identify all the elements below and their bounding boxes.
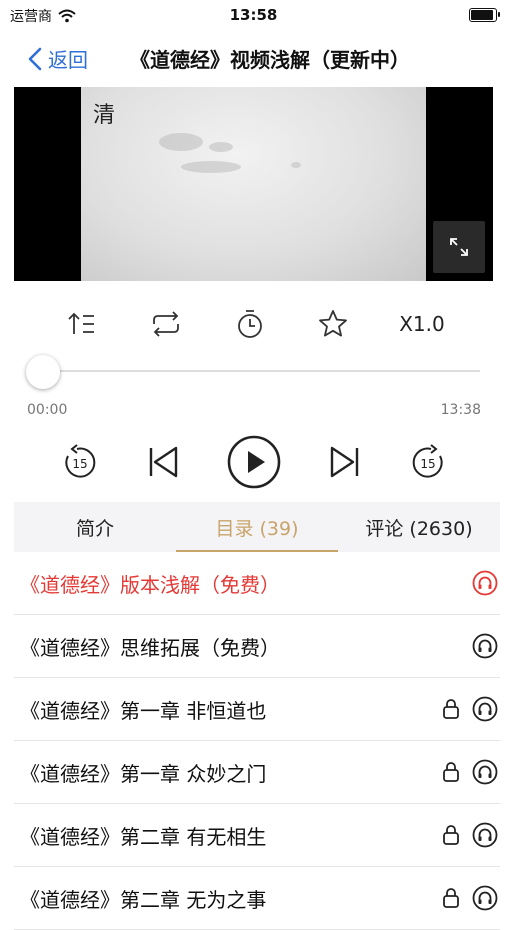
tab-comments[interactable]: 评论 (2630) [338, 502, 500, 552]
video-frame: 清 [81, 87, 426, 281]
headphones-icon [472, 885, 498, 911]
headphones-icon [472, 696, 498, 722]
list-item[interactable]: 《道德经》第二章 有无相生 [14, 804, 500, 867]
lock-icon [443, 699, 459, 719]
timer-icon [238, 310, 262, 338]
total-duration: 13:38 [440, 402, 481, 418]
back-label: 返回 [48, 48, 88, 72]
page-title: 《道德经》视频浅解（更新中） [130, 48, 410, 72]
rewind-15-label: 15 [72, 457, 87, 471]
episode-title: 《道德经》第一章 众妙之门 [20, 761, 267, 786]
repeat-icon [153, 311, 179, 337]
clock: 13:58 [229, 6, 278, 24]
previous-icon [149, 446, 178, 478]
video-player[interactable]: 清 [14, 87, 493, 281]
timer-button[interactable] [228, 305, 272, 343]
progress-knob[interactable] [26, 355, 60, 389]
rewind-15-icon: 15 [65, 444, 96, 478]
nav-bar: 返回 《道德经》视频浅解（更新中） [0, 38, 507, 78]
battery-icon [469, 8, 500, 22]
lock-icon [443, 825, 459, 845]
list-item[interactable]: 《道德经》思维拓展（免费） [14, 615, 500, 678]
rewind-15-button[interactable]: 15 [56, 432, 104, 492]
fullscreen-button[interactable] [433, 221, 485, 273]
forward-15-icon: 15 [412, 444, 443, 478]
episode-title: 《道德经》第二章 有无相生 [20, 824, 267, 849]
playback-controls: 15 15 [0, 432, 507, 492]
list-item[interactable]: 《道德经》第一章 众妙之门 [14, 741, 500, 804]
episode-title: 《道德经》第一章 非恒道也 [20, 698, 267, 723]
play-button[interactable] [224, 432, 284, 492]
lock-icon [443, 888, 459, 908]
next-icon [330, 446, 359, 478]
episode-title: 《道德经》版本浅解（免费） [20, 572, 280, 597]
previous-track-button[interactable] [138, 432, 186, 492]
logo-seal: 清 [93, 103, 116, 128]
forward-15-button[interactable]: 15 [404, 432, 452, 492]
headphones-icon [472, 822, 498, 848]
chevron-left-icon [28, 47, 42, 70]
tab-catalog[interactable]: 目录 (39) [176, 502, 338, 552]
list-item[interactable]: 《道德经》第二章 无为之事 [14, 867, 500, 930]
sort-button[interactable] [60, 305, 104, 343]
episode-title: 《道德经》第二章 无为之事 [20, 887, 267, 912]
ink-landscape-image [159, 133, 301, 173]
status-bar: 运营商 13:58 [0, 0, 507, 30]
playback-speed-button[interactable]: X1.0 [392, 305, 452, 343]
episode-title: 《道德经》思维拓展（免费） [20, 635, 280, 660]
sort-list-icon [68, 312, 94, 334]
list-item[interactable]: 《道德经》第一章 非恒道也 [14, 678, 500, 741]
forward-15-label: 15 [420, 457, 435, 471]
lock-icon [443, 762, 459, 782]
headphones-icon [472, 570, 498, 596]
tab-bar: 简介 目录 (39) 评论 (2630) [14, 502, 500, 552]
progress-track[interactable] [44, 370, 480, 372]
headphones-icon [472, 633, 498, 659]
episode-list: 《道德经》版本浅解（免费） 《道德经》思维拓展（免费） 《道德经》第一章 非恒道… [14, 552, 500, 930]
back-button[interactable]: 返回 [28, 44, 88, 73]
control-row: X1.0 [0, 305, 507, 343]
next-track-button[interactable] [322, 432, 370, 492]
tab-intro[interactable]: 简介 [14, 502, 176, 552]
headphones-icon [472, 759, 498, 785]
current-time: 00:00 [27, 402, 68, 418]
list-item[interactable]: 《道德经》版本浅解（免费） [14, 552, 500, 615]
expand-icon [450, 238, 468, 256]
favorite-button[interactable] [311, 305, 355, 343]
play-icon [227, 435, 281, 489]
star-icon [319, 310, 347, 337]
repeat-button[interactable] [144, 305, 188, 343]
